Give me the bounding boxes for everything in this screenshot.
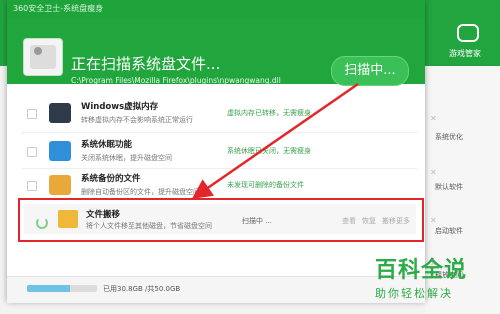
item-status: 未发现可删除的备份文件 <box>227 181 304 189</box>
watermark-main: 百科全说 <box>375 258 468 283</box>
item-checkbox[interactable] <box>27 109 37 119</box>
side-text-3: 启动软件 <box>435 227 463 235</box>
item-name: 系统备份的文件 <box>81 174 141 184</box>
item-status: 扫描中 ... <box>242 217 272 225</box>
list-item-virtual-memory[interactable]: Windows虚拟内存 转移虚拟内存不会影响系统正常运行 虚拟内存已转移，无需瘦… <box>21 96 417 130</box>
item-status: 虚拟内存已转移，无需瘦身 <box>227 109 311 117</box>
disk-usage-fill <box>27 285 71 292</box>
item-checkbox[interactable] <box>27 147 37 157</box>
side-text-1: 系统优化 <box>435 133 463 141</box>
side-text-2: 默认软件 <box>435 183 463 191</box>
item-checkbox[interactable] <box>27 181 37 191</box>
system-disk-slim-dialog: 360安全卫士-系统盘瘦身 正在扫描系统盘文件... C:\Program Fi… <box>7 0 425 303</box>
scan-title: 正在扫描系统盘文件... <box>71 55 221 73</box>
scanning-button[interactable]: 扫描中... <box>331 56 409 86</box>
dialog-footer: 已用30.8GB /共50.0GB <box>7 276 425 303</box>
disk-icon <box>23 38 63 76</box>
gamepad-icon <box>457 24 479 42</box>
close-icon[interactable]: ✕ <box>430 168 437 177</box>
loading-spinner-icon <box>36 217 48 229</box>
close-icon[interactable]: ✕ <box>430 114 437 123</box>
item-name: Windows虚拟内存 <box>81 102 159 112</box>
game-manager-button[interactable]: 游戏管家 <box>440 22 490 62</box>
virtual-memory-icon <box>49 103 71 123</box>
item-desc: 转移虚拟内存不会影响系统正常运行 <box>81 116 193 124</box>
list-item-system-backup[interactable]: 系统备份的文件 删除自动备份区的文件，提升磁盘空间 未发现可删除的备份文件 <box>21 168 417 202</box>
dialog-title: 360安全卫士-系统盘瘦身 <box>13 4 104 13</box>
disk-usage-bar <box>27 285 97 292</box>
game-manager-label: 游戏管家 <box>449 49 481 58</box>
list-item-file-move[interactable]: 文件搬移 将个人文件移至其他磁盘，节省磁盘空间 扫描中 ... 查看 恢复 搬移… <box>18 198 424 242</box>
item-name: 系统休眠功能 <box>81 140 133 150</box>
scan-path: C:\Program Files\Mozilla Firefox\plugins… <box>71 76 281 85</box>
item-status: 系统休眠已关闭，无需瘦身 <box>227 147 311 155</box>
folder-icon <box>58 210 78 228</box>
scan-header: 正在扫描系统盘文件... C:\Program Files\Mozilla Fi… <box>7 18 425 86</box>
watermark-sub: 助你轻松解决 <box>375 287 453 300</box>
item-name: 文件搬移 <box>86 210 121 220</box>
list-item-hibernation[interactable]: 系统休眠功能 关闭系统休眠，提升磁盘空间 系统休眠已关闭，无需瘦身 <box>21 134 417 168</box>
dialog-titlebar[interactable]: 360安全卫士-系统盘瘦身 <box>7 0 425 18</box>
view-link[interactable]: 查看 <box>342 216 356 226</box>
move-more-link[interactable]: 搬移更多 <box>382 216 410 226</box>
divider <box>21 132 417 133</box>
watermark-logo: 百科全说 助你轻松解决 <box>375 252 495 301</box>
backup-icon <box>49 175 71 195</box>
item-desc: 删除自动备份区的文件，提升磁盘空间 <box>81 188 200 196</box>
hibernation-icon <box>49 141 71 161</box>
item-desc: 将个人文件移至其他磁盘，节省磁盘空间 <box>86 222 212 230</box>
restore-link[interactable]: 恢复 <box>362 216 376 226</box>
item-desc: 关闭系统休眠，提升磁盘空间 <box>81 154 172 162</box>
close-icon[interactable]: ✕ <box>430 216 437 225</box>
disk-usage-text: 已用30.8GB /共50.0GB <box>103 285 181 293</box>
